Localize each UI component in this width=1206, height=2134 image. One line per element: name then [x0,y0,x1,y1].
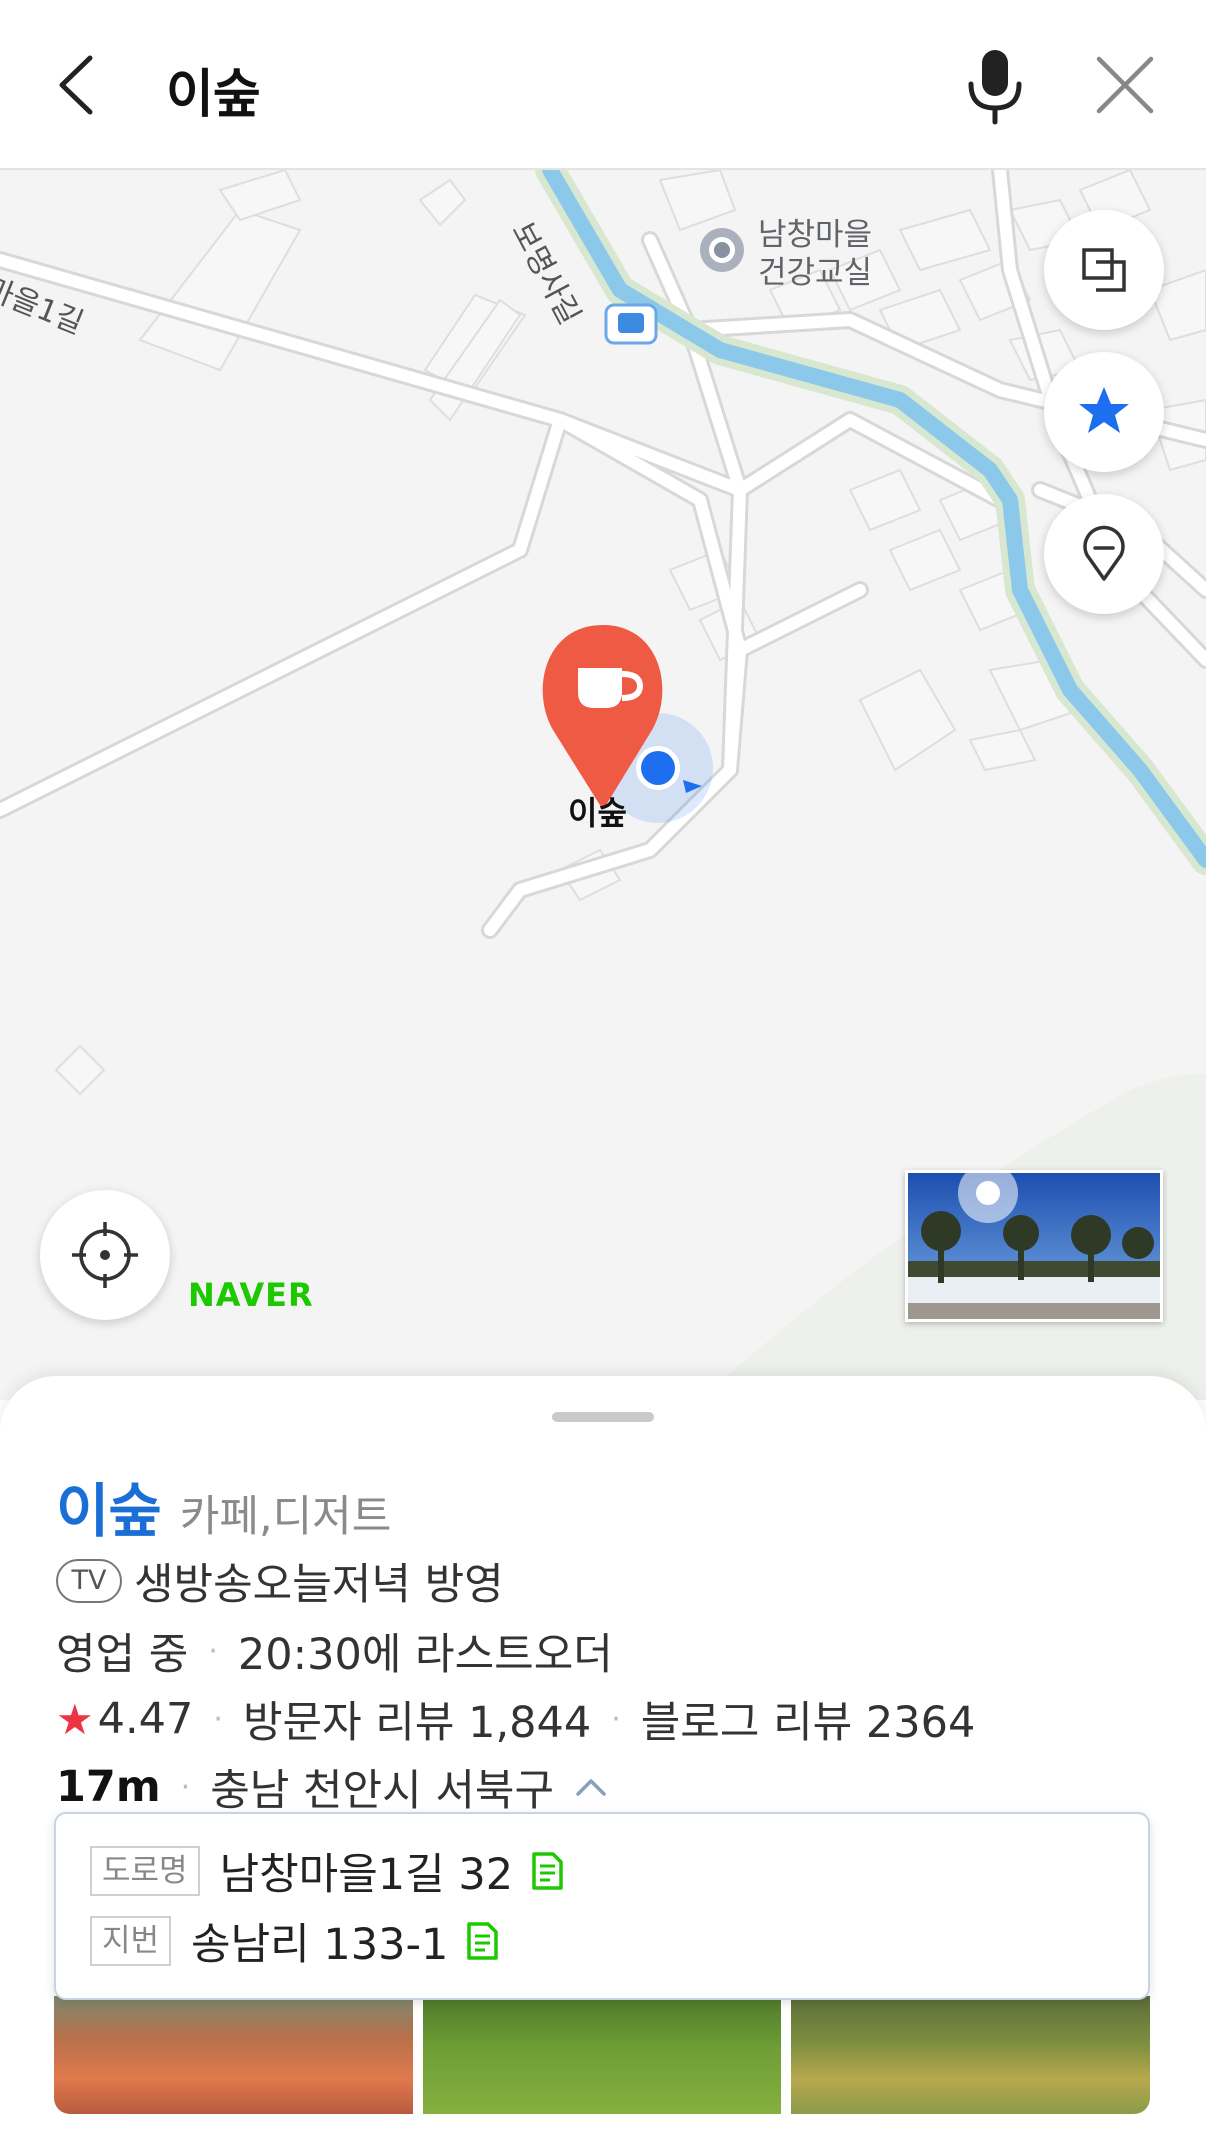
voice-search-button[interactable] [955,40,1035,130]
tv-info-row: TV 생방송오늘저녁 방영 [56,1550,504,1612]
close-icon [1096,56,1154,114]
sheet-drag-handle[interactable] [552,1412,654,1422]
poi-label-health-center[interactable]: 남창마을 건강교실 [758,216,872,292]
back-button[interactable] [40,40,120,130]
current-location-button[interactable] [40,1190,170,1320]
close-button[interactable] [1085,45,1165,125]
place-photo[interactable] [54,1996,413,2114]
layers-icon [1082,248,1126,292]
rating-row: ★ 4.47 · 방문자 리뷰 1,844 · 블로그 리뷰 2364 [56,1688,975,1750]
tv-badge: TV [56,1559,122,1603]
region-text: 충남 천안시 서북구 [210,1766,555,1816]
separator-dot: · [208,1633,218,1669]
business-hours-row[interactable]: 영업 중 · 20:30에 라스트오더 [56,1620,613,1682]
blog-reviews-link[interactable]: 블로그 리뷰 2364 [641,1688,976,1750]
layers-button[interactable] [1044,210,1164,330]
distance-value: 17m [56,1762,161,1812]
search-query[interactable]: 이숲 [166,52,261,127]
rating-star-icon: ★ [56,1694,94,1744]
rating-value: 4.47 [97,1694,194,1744]
location-pin-button[interactable] [1044,494,1164,614]
lot-address-tag: 지번 [90,1916,172,1966]
naver-logo: NAVER [188,1276,314,1314]
poi-marker-icon[interactable] [700,228,744,272]
street-view-image [908,1173,1160,1319]
map-view[interactable]: 남창마을 건강교실 마을1길 보명사길 이숲 NAVER [0,170,1206,1400]
chevron-left-icon [59,55,93,115]
business-status: 영업 중 [56,1630,189,1680]
last-order-text: 20:30에 라스트오더 [237,1630,613,1680]
lot-address-row: 지번 송남리 133-1 [90,1910,500,1972]
tv-program-text: 생방송오늘저녁 방영 [134,1560,504,1610]
separator-dot: · [213,1701,223,1737]
place-info-sheet[interactable]: 이숲 카페,디저트 TV 생방송오늘저녁 방영 영업 중 · 20:30에 라스… [0,1376,1206,2134]
favorites-button[interactable] [1044,352,1164,472]
photo-strip[interactable] [54,1996,1151,2114]
crosshair-icon [72,1222,138,1288]
address-popup: 도로명 남창마을1길 32 지번 송남리 133-1 [54,1812,1150,2000]
road-address-row: 도로명 남창마을1길 32 [90,1840,565,1902]
place-photo[interactable] [422,1996,782,2114]
place-marker-label[interactable]: 이숲 [568,794,627,832]
separator-dot: · [611,1701,621,1737]
copy-icon[interactable] [529,1850,565,1892]
place-photo[interactable] [791,1996,1151,2114]
star-icon [1079,387,1129,433]
search-header: 이숲 [0,0,1206,170]
place-name[interactable]: 이숲 [56,1477,162,1545]
place-title-row: 이숲 카페,디저트 [56,1464,391,1548]
copy-icon[interactable] [464,1920,500,1962]
separator-dot: · [180,1769,191,1805]
road-address-tag: 도로명 [90,1846,200,1896]
chevron-up-icon[interactable] [574,1776,608,1798]
lot-address-text: 송남리 133-1 [191,1920,449,1970]
location-pin-icon [1083,525,1125,581]
visitor-reviews-link[interactable]: 방문자 리뷰 1,844 [243,1688,591,1750]
distance-row[interactable]: 17m · 충남 천안시 서북구 [56,1756,608,1818]
road-address-text: 남창마을1길 32 [219,1850,514,1900]
microphone-icon [968,50,1022,125]
place-category: 카페,디저트 [179,1492,392,1542]
bus-stop-icon[interactable] [604,303,658,345]
street-view-thumbnail[interactable] [905,1170,1163,1322]
